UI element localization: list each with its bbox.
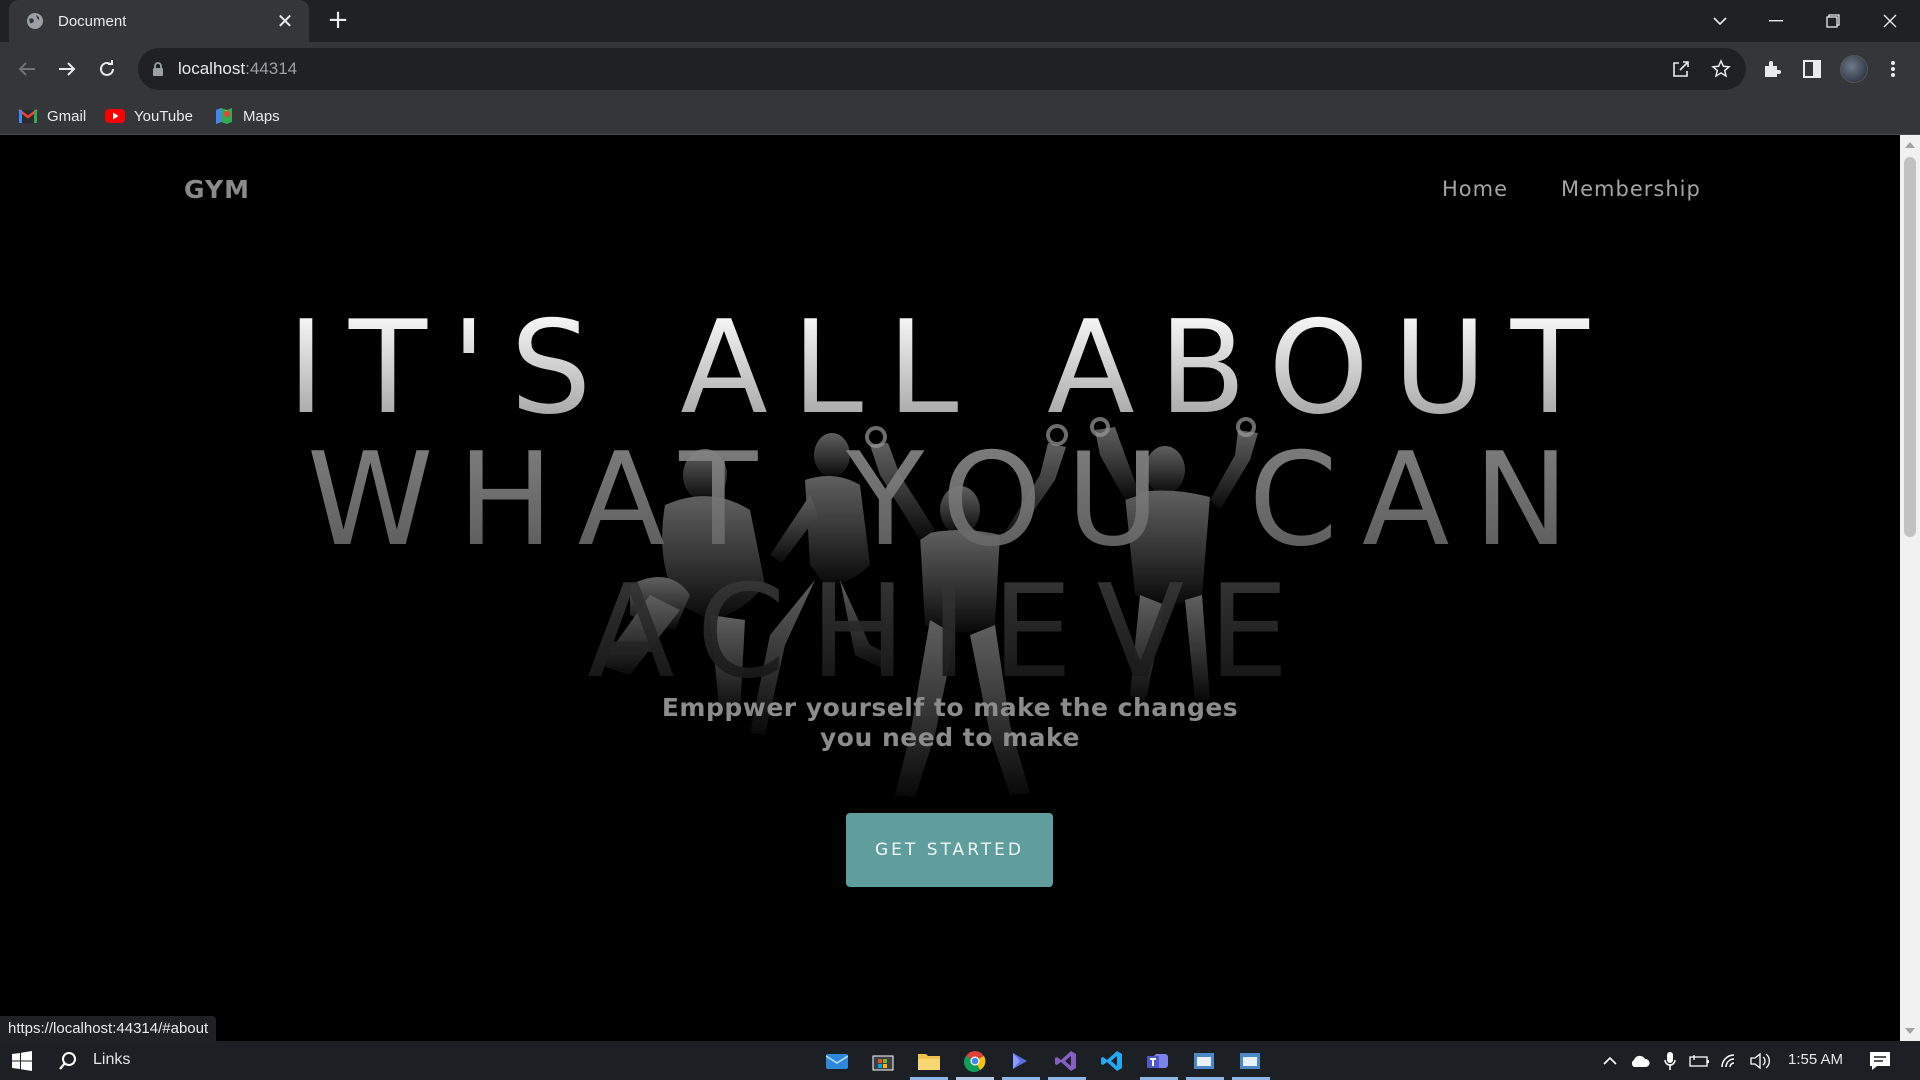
power-automate-icon[interactable] [1006, 1047, 1034, 1075]
search-icon[interactable] [54, 1047, 82, 1075]
bookmark-gmail[interactable]: Gmail [18, 104, 86, 128]
scroll-down-icon[interactable] [1905, 1028, 1915, 1034]
url-text[interactable]: localhost:44314 [178, 59, 297, 79]
tab-title: Document [58, 12, 127, 30]
bookmark-star-icon[interactable] [1710, 58, 1732, 80]
browser-toolbar: localhost:44314 [0, 42, 1920, 96]
microphone-icon[interactable] [1656, 1047, 1684, 1075]
new-tab-button[interactable]: + [325, 7, 351, 34]
battery-icon[interactable] [1686, 1047, 1714, 1075]
app-window-icon[interactable] [1190, 1047, 1218, 1075]
reload-icon[interactable] [94, 56, 120, 82]
bookmark-youtube[interactable]: YouTube [105, 104, 193, 128]
taskbar-search-label[interactable]: Links [93, 1051, 130, 1069]
window-close-icon[interactable] [1862, 0, 1918, 42]
microsoft-store-icon[interactable] [869, 1047, 897, 1075]
profile-avatar[interactable] [1840, 55, 1868, 83]
status-bar-url: https://localhost:44314/#about [0, 1016, 217, 1041]
page-viewport: GYM Home Membership IT'S ALL ABOUT WHAT … [0, 135, 1900, 1041]
hero-heading-line-3: ACHIEVE [0, 569, 1900, 697]
globe-icon [27, 13, 43, 29]
notifications-icon[interactable] [1866, 1047, 1894, 1075]
hero-heading-line-2: WHAT YOU CAN [0, 437, 1900, 565]
nav-membership-link[interactable]: Membership [1561, 177, 1701, 201]
onedrive-icon[interactable] [1626, 1047, 1654, 1075]
wifi-icon[interactable] [1716, 1047, 1744, 1075]
taskbar-clock[interactable]: 1:55 AM [1788, 1051, 1843, 1068]
url-host: localhost [178, 59, 246, 78]
bookmark-label: YouTube [134, 107, 193, 125]
hero-heading-line-1: IT'S ALL ABOUT [0, 305, 1900, 433]
chrome-icon[interactable] [961, 1047, 989, 1075]
forward-icon[interactable] [54, 56, 80, 82]
scroll-up-icon[interactable] [1905, 142, 1915, 148]
share-icon[interactable] [1670, 58, 1692, 80]
nav-home-link[interactable]: Home [1442, 177, 1508, 201]
bookmark-maps[interactable]: Maps [214, 104, 280, 128]
tab-search-icon[interactable] [1692, 0, 1748, 42]
url-port: :44314 [245, 59, 298, 78]
mail-icon[interactable] [823, 1047, 851, 1075]
youtube-icon [105, 109, 125, 123]
tab-close-icon[interactable]: ✕ [275, 11, 295, 31]
side-panel-icon[interactable] [1799, 56, 1825, 82]
bookmarks-bar: Gmail YouTube Maps [0, 96, 1920, 135]
maps-icon [216, 108, 232, 124]
tray-chevron-up-icon[interactable] [1596, 1047, 1624, 1075]
scrollbar-thumb[interactable] [1904, 157, 1916, 537]
tab-strip: Document ✕ + [0, 0, 1920, 42]
minimize-icon[interactable] [1748, 0, 1804, 42]
teams-icon[interactable] [1144, 1047, 1172, 1075]
site-logo[interactable]: GYM [184, 175, 250, 204]
hero-subtitle: Emppwer yourself to make the changes you… [661, 693, 1239, 752]
visual-studio-icon[interactable] [1052, 1047, 1080, 1075]
page-scrollbar[interactable] [1900, 135, 1920, 1041]
file-explorer-icon[interactable] [915, 1047, 943, 1075]
restore-icon[interactable] [1805, 0, 1861, 42]
back-icon[interactable] [14, 56, 40, 82]
extensions-icon[interactable] [1759, 56, 1785, 82]
bookmark-label: Gmail [47, 107, 87, 125]
address-bar[interactable]: localhost:44314 [138, 48, 1746, 90]
volume-icon[interactable] [1746, 1047, 1774, 1075]
vscode-icon[interactable] [1098, 1047, 1126, 1075]
gmail-icon [18, 109, 38, 123]
bookmark-label: Maps [243, 107, 280, 125]
get-started-button[interactable]: GET STARTED [846, 813, 1053, 887]
menu-kebab-icon[interactable] [1880, 56, 1906, 82]
windows-start-icon[interactable] [8, 1047, 36, 1075]
lock-icon[interactable] [150, 61, 166, 77]
browser-tab[interactable]: Document ✕ [9, 0, 309, 42]
app-window-2-icon[interactable] [1236, 1047, 1264, 1075]
windows-taskbar: Links 1:55 AM [0, 1041, 1920, 1080]
